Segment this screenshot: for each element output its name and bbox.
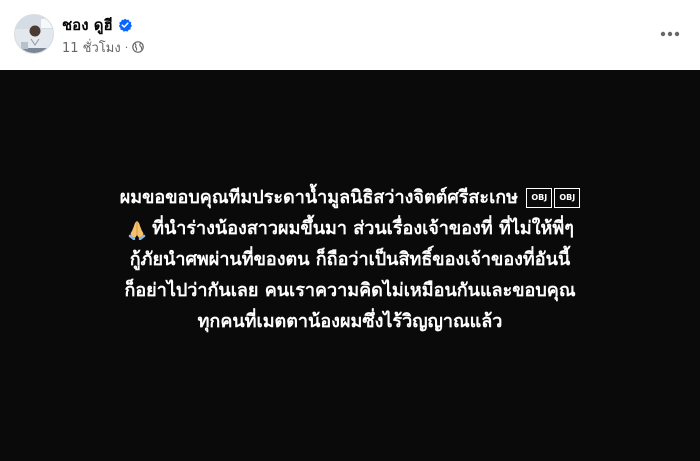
avatar-photo [15, 15, 53, 53]
message-line-3: กู้ภัยนำศพผ่านที่ของตน ก็ถือว่าเป็นสิทธิ… [129, 249, 571, 270]
more-options-icon [660, 31, 680, 37]
obj-glyph: OBJ [526, 188, 553, 208]
meta-separator: · [124, 40, 129, 54]
verified-badge-icon [118, 18, 132, 32]
post-meta: 11 ชั่วโมง · [62, 37, 145, 58]
author-name[interactable]: ชอง ดูฮี [62, 13, 113, 37]
message-line-1: ผมขอขอบคุณทีมประดาน้ำมูลนิธิสว่างจิตต์ศร… [20, 182, 680, 213]
message-line-2: ที่นำร่างน้องสาวผมขึ้นมา ส่วนเรื่องเจ้าข… [20, 213, 680, 244]
message-line-2-text: ที่นำร่างน้องสาวผมขึ้นมา ส่วนเรื่องเจ้าข… [152, 218, 574, 239]
post-header: ชอง ดูฮี 11 ชั่วโมง · [0, 0, 700, 70]
post-message: ผมขอขอบคุณทีมประดาน้ำมูลนิธิสว่างจิตต์ศร… [20, 182, 680, 337]
message-line-1-text: ผมขอขอบคุณทีมประดาน้ำมูลนิธิสว่างจิตต์ศร… [119, 187, 518, 208]
message-line-4: ก็อย่าไปว่ากันเลย คนเราความคิดไม่เหมือนก… [124, 280, 576, 301]
author-line: ชอง ดูฮี [62, 15, 132, 35]
avatar[interactable] [14, 14, 54, 54]
message-line-5: ทุกคนที่เมตตาน้องผมซึ่งไร้วิญญาณแล้ว [197, 311, 503, 332]
more-options-button[interactable] [654, 18, 686, 50]
post-timestamp[interactable]: 11 ชั่วโมง [62, 37, 121, 58]
text-post-canvas: ผมขอขอบคุณทีมประดาน้ำมูลนิธิสว่างจิตต์ศร… [0, 70, 700, 461]
obj-glyph: OBJ [554, 188, 581, 208]
post-card: ชอง ดูฮี 11 ชั่วโมง · ผมขอขอบคุณทีมประดา… [0, 0, 700, 461]
globe-icon[interactable] [132, 41, 145, 53]
folded-hands-icon [126, 218, 148, 240]
